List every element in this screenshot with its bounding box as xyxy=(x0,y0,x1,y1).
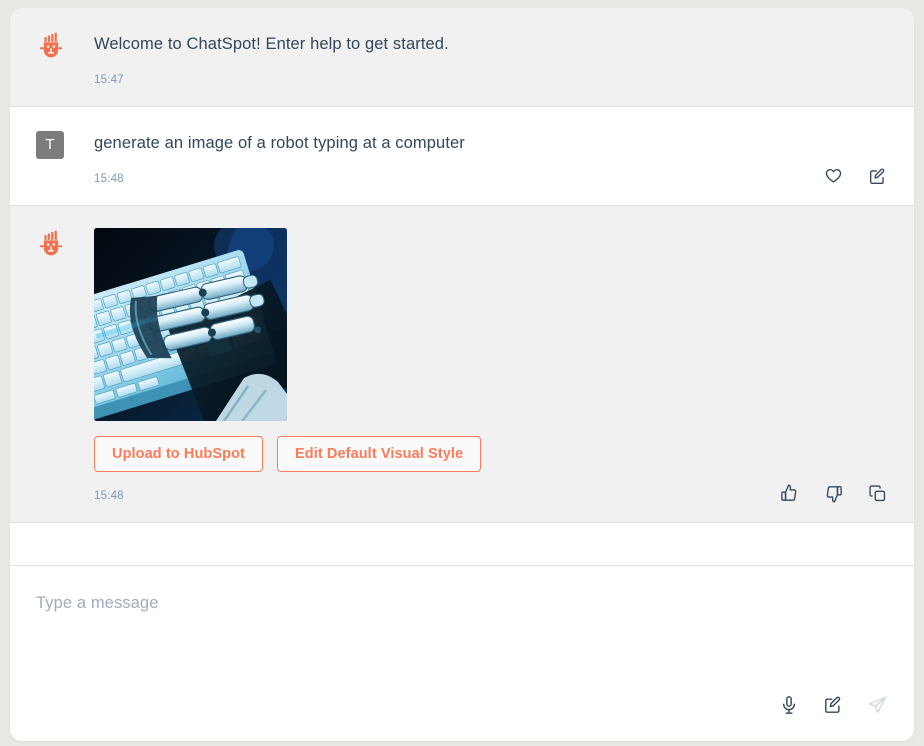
message-text: generate an image of a robot typing at a… xyxy=(94,134,465,153)
avatar-column: T xyxy=(36,129,94,185)
send-paper-plane-icon xyxy=(868,696,886,713)
message-timestamp: 15:47 xyxy=(94,74,124,87)
edit-square-icon xyxy=(825,696,841,713)
chat-transcript: Welcome to ChatSpot! Enter help to get s… xyxy=(10,8,914,523)
avatar-column xyxy=(36,228,94,502)
chatspot-robot-avatar-icon xyxy=(39,230,63,256)
upload-to-hubspot-button[interactable]: Upload to HubSpot xyxy=(94,436,263,473)
thumbs-down-icon xyxy=(826,485,842,503)
message-action-bar xyxy=(778,482,888,504)
robot-typing-keyboard-illustration xyxy=(94,228,287,422)
heart-icon xyxy=(825,168,841,183)
compose-button[interactable] xyxy=(822,694,844,716)
message-body: Welcome to ChatSpot! Enter help to get s… xyxy=(94,30,888,86)
generated-image[interactable] xyxy=(94,228,287,422)
copy-icon xyxy=(868,485,885,501)
message-row-bot-welcome: Welcome to ChatSpot! Enter help to get s… xyxy=(10,8,914,107)
message-text: Welcome to ChatSpot! Enter help to get s… xyxy=(94,35,449,53)
thumbs-up-icon xyxy=(780,484,796,501)
message-input[interactable] xyxy=(36,592,888,653)
message-action-bar xyxy=(822,165,888,187)
message-body: Upload to HubSpot Edit Default Visual St… xyxy=(94,228,888,502)
copy-button[interactable] xyxy=(866,482,888,504)
message-row-bot-image: Upload to HubSpot Edit Default Visual St… xyxy=(10,205,914,523)
message-body: generate an image of a robot typing at a… xyxy=(94,129,888,185)
chatspot-window: Welcome to ChatSpot! Enter help to get s… xyxy=(10,8,914,741)
composer-action-bar xyxy=(778,694,888,716)
microphone-button[interactable] xyxy=(778,694,800,716)
edit-square-icon xyxy=(869,168,884,184)
thumbs-down-button[interactable] xyxy=(822,482,844,504)
image-action-buttons: Upload to HubSpot Edit Default Visual St… xyxy=(94,436,888,473)
send-button[interactable] xyxy=(866,694,888,716)
edit-message-button[interactable] xyxy=(866,165,888,187)
user-avatar: T xyxy=(36,131,64,160)
avatar-column xyxy=(36,30,94,86)
transcript-spacer xyxy=(10,522,914,567)
message-timestamp: 15:48 xyxy=(94,173,124,186)
favorite-button[interactable] xyxy=(822,165,844,187)
message-composer xyxy=(10,566,914,741)
message-timestamp: 15:48 xyxy=(94,490,124,503)
edit-default-visual-style-button[interactable]: Edit Default Visual Style xyxy=(276,436,482,473)
message-row-user-prompt: T generate an image of a robot typing at… xyxy=(10,106,914,206)
microphone-icon xyxy=(782,696,796,714)
chatspot-robot-avatar-icon xyxy=(39,32,63,58)
thumbs-up-button[interactable] xyxy=(778,482,800,504)
